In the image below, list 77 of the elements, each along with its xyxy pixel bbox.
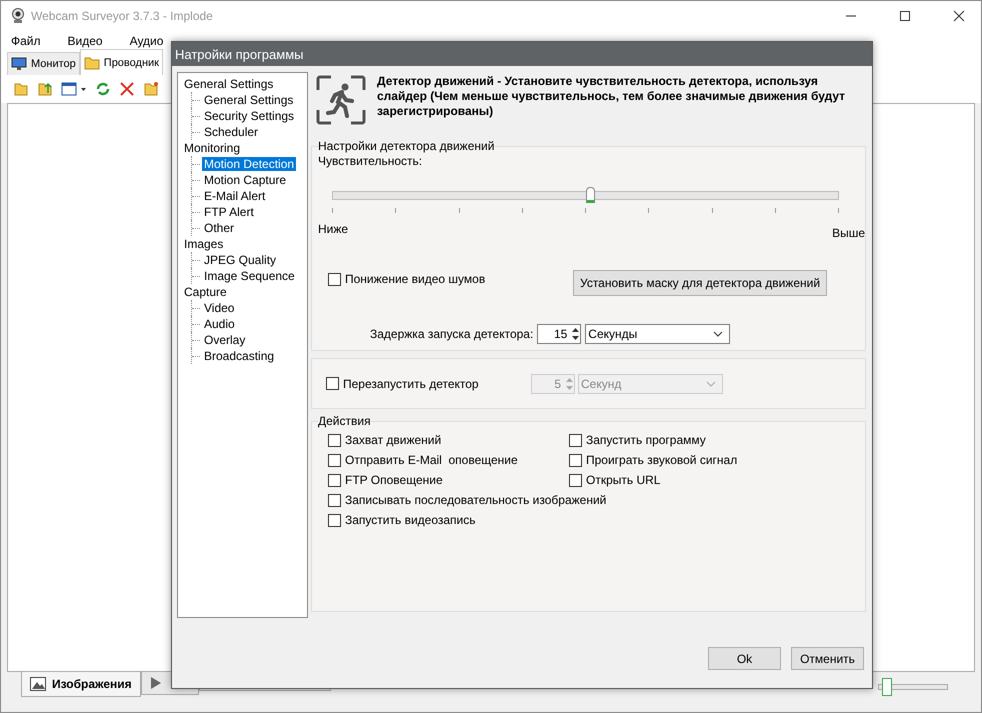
tab[interactable]: Проводник	[80, 49, 163, 75]
checkbox[interactable]	[328, 474, 341, 486]
tree-item[interactable]: Motion Detection	[202, 157, 296, 171]
delete-icon[interactable]	[119, 81, 135, 97]
checkbox[interactable]	[569, 434, 582, 446]
checkbox-label: Отправить E-Mail оповещение	[345, 453, 518, 467]
checkbox[interactable]	[569, 474, 582, 486]
dialog-button[interactable]: Ok	[708, 647, 781, 670]
group-title: Настройки детектора движений	[318, 139, 494, 153]
tree-item[interactable]: Overlay	[202, 333, 248, 347]
tree-item[interactable]: Video	[202, 301, 236, 315]
low-label: Ниже	[318, 222, 348, 238]
checkbox-label: Понижение видео шумов	[345, 272, 486, 286]
checkbox[interactable]	[328, 434, 341, 446]
checkbox[interactable]	[328, 454, 341, 466]
checkbox[interactable]	[328, 272, 341, 286]
menu-item[interactable]: Аудио	[130, 34, 164, 48]
window-title: Webcam Surveyor 3.7.3 - Implode	[31, 9, 213, 23]
checkbox-label: Запустить программу	[586, 433, 706, 447]
tab[interactable]: Изображения	[21, 672, 141, 697]
set-mask-button[interactable]: Установить маску для детектора движений	[573, 270, 828, 296]
checkbox[interactable]	[328, 494, 341, 506]
tree-item[interactable]: Audio	[202, 317, 237, 331]
unit-dropdown[interactable]: Секунды	[585, 324, 730, 344]
tree-item[interactable]: Image Sequence	[202, 269, 297, 283]
tree-item[interactable]: General Settings	[182, 77, 276, 91]
motion-detector-description: Детектор движений - Установите чувствительность детектора, используя слайдер (Чем меньше чувствительнось, тем более значимые движения будут зарегистрированы)	[377, 74, 846, 119]
monitor-icon	[11, 57, 27, 71]
menu-item[interactable]: Видео	[68, 34, 103, 48]
menu-item[interactable]: Файл	[11, 34, 41, 48]
refresh-icon[interactable]	[95, 81, 111, 97]
tree-item[interactable]: Capture	[182, 285, 229, 299]
checkbox-label: Проиграть звуковой сигнал	[586, 453, 738, 467]
image-icon	[30, 677, 46, 691]
chevron-down-icon	[713, 331, 724, 337]
tree-item[interactable]: Images	[182, 237, 226, 251]
webcam-icon	[11, 8, 25, 24]
thumb-size-slider[interactable]	[875, 678, 951, 696]
tree-item[interactable]: Other	[202, 221, 236, 235]
sensitivity-label: Чувствительность:	[318, 154, 424, 168]
tree-item[interactable]: E-Mail Alert	[202, 189, 268, 203]
folder-icon	[84, 56, 100, 70]
delay-label: Задержка запуска детектора:	[370, 327, 534, 341]
grid-view-icon[interactable]	[61, 81, 87, 97]
new-folder-icon[interactable]	[143, 81, 159, 97]
checkbox[interactable]	[569, 454, 582, 466]
tree-item[interactable]: Motion Capture	[202, 173, 288, 187]
tree-item[interactable]: Security Settings	[202, 109, 296, 123]
running-man-icon	[315, 74, 367, 126]
delay-spinner[interactable]: 15	[537, 324, 582, 344]
play-icon	[150, 676, 162, 690]
folder-up-icon[interactable]	[37, 81, 53, 97]
checkbox-label: Перезапустить детектор	[343, 376, 479, 390]
tree-item[interactable]: JPEG Quality	[202, 253, 278, 267]
dialog-title: Натройки программы	[175, 46, 304, 62]
checkbox-label: Записывать последовательность изображений	[345, 493, 606, 507]
close-icon[interactable]	[953, 10, 965, 22]
maximize-icon[interactable]	[899, 10, 911, 22]
slider-thumb[interactable]	[882, 678, 892, 696]
checkbox-label: Запустить видеозапись	[345, 513, 476, 527]
tab[interactable]: Монитор	[7, 52, 80, 75]
checkbox-label: FTP Оповещение	[345, 473, 443, 487]
spin-arrows-icon[interactable]	[571, 326, 580, 342]
checkbox-label: Открыть URL	[586, 473, 660, 487]
dialog-button[interactable]: Отменить	[791, 647, 864, 670]
tree-item[interactable]: General Settings	[202, 93, 296, 107]
checkbox-label: Захват движений	[345, 433, 442, 447]
tree-item[interactable]: Scheduler	[202, 125, 260, 139]
chevron-down-icon	[706, 380, 716, 386]
group-title: Действия	[318, 414, 371, 428]
high-label: Выше	[832, 226, 865, 240]
checkbox[interactable]	[328, 514, 341, 526]
tree-item[interactable]: Broadcasting	[202, 349, 276, 363]
tree-item[interactable]: FTP Alert	[202, 205, 256, 219]
slider-thumb[interactable]	[586, 187, 594, 203]
tree-item[interactable]: Monitoring	[182, 141, 242, 155]
folder-icon[interactable]	[13, 81, 29, 97]
